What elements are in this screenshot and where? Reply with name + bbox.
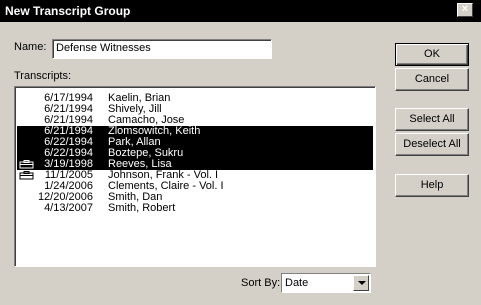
transcript-row[interactable]: 4/13/2007 Smith, Robert [17, 203, 373, 214]
transcripts-label: Transcripts: [14, 70, 72, 82]
transcript-witness-name: Smith, Robert [108, 202, 176, 214]
close-button[interactable]: × [457, 3, 473, 17]
sort-by-label: Sort By: [241, 277, 281, 289]
new-transcript-group-dialog: New Transcript Group × Name: Defense Wit… [0, 0, 481, 305]
cancel-button[interactable]: Cancel [395, 68, 469, 91]
transcripts-listbox[interactable]: 6/17/1994 Kaelin, Brian 6/21/1994 Shively, … [14, 86, 376, 267]
name-input[interactable]: Defense Witnesses [52, 39, 272, 59]
sort-by-value: Date [285, 277, 309, 289]
transcript-date: 4/13/2007 [44, 202, 93, 214]
deselect-all-button[interactable]: Deselect All [395, 133, 469, 156]
help-button[interactable]: Help [395, 174, 469, 197]
window-title: New Transcript Group [5, 4, 131, 18]
sort-by-select[interactable]: Date [281, 273, 371, 293]
select-all-button[interactable]: Select All [395, 108, 469, 131]
title-bar[interactable]: New Transcript Group × [0, 0, 481, 22]
close-icon: × [461, 3, 469, 15]
name-label: Name: [14, 41, 47, 53]
chevron-down-icon[interactable] [353, 275, 369, 291]
ok-button[interactable]: OK [395, 43, 469, 66]
